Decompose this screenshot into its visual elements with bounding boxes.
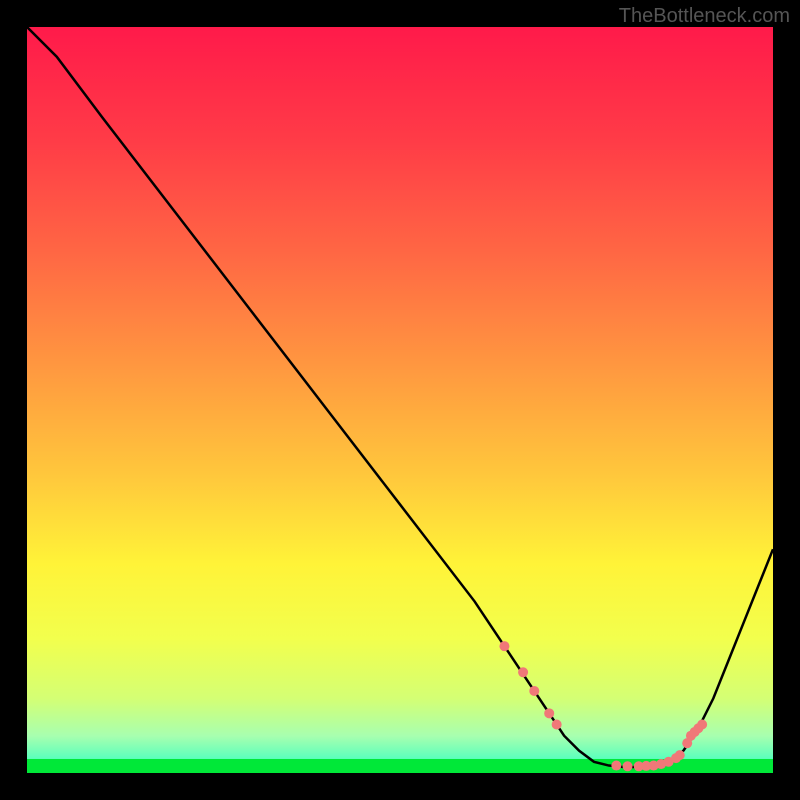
marker-point [544,708,554,718]
marker-point [623,761,633,771]
curve-layer [27,27,773,773]
marker-point [611,761,621,771]
watermark-text: TheBottleneck.com [619,5,790,28]
marker-point [518,667,528,677]
marker-point [697,720,707,730]
marker-point [499,641,509,651]
marker-point [529,686,539,696]
marker-points [499,641,707,771]
marker-point [675,750,685,760]
chart-area [27,27,773,773]
bottleneck-curve [27,27,773,767]
marker-point [552,720,562,730]
